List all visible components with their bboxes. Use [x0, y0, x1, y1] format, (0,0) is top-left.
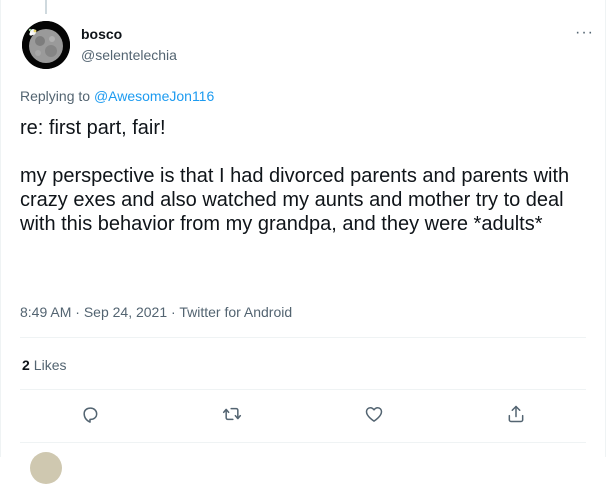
tweet-text-paragraph-2: my perspective is that I had divorced pa… [20, 165, 570, 235]
display-name[interactable]: bosco [81, 26, 122, 42]
tweet-text-paragraph-1: re: first part, fair! [20, 117, 166, 139]
tweet-text: re: first part, fair! my perspective is … [20, 116, 580, 236]
replying-to-label: Replying to [20, 88, 94, 104]
share-button[interactable] [503, 401, 529, 427]
tweet-date[interactable]: Sep 24, 2021 [84, 304, 167, 320]
likes-label: Likes [33, 357, 67, 373]
avatar[interactable] [22, 21, 70, 69]
meta-separator: · [167, 304, 180, 320]
tweet-metadata: 8:49 AM · Sep 24, 2021 · Twitter for And… [20, 304, 292, 320]
divider [20, 442, 586, 443]
moon-avatar-image [22, 21, 70, 69]
user-handle[interactable]: @selentelechia [81, 47, 177, 63]
heart-icon [365, 407, 383, 422]
likes-count: 2 [22, 357, 30, 373]
meta-separator: · [71, 304, 84, 320]
tweet-source[interactable]: Twitter for Android [179, 304, 292, 320]
divider [20, 389, 586, 390]
reply-icon [83, 407, 98, 423]
likes-stat[interactable]: 2 Likes [22, 357, 66, 373]
replying-to-link[interactable]: @AwesomeJon116 [94, 88, 214, 104]
replying-to-line: Replying to @AwesomeJon116 [20, 88, 214, 104]
reply-button[interactable] [77, 401, 103, 427]
thread-connector-line [45, 0, 47, 14]
retweet-icon [222, 407, 242, 421]
retweet-button[interactable] [219, 401, 245, 427]
divider [20, 337, 586, 338]
tweet-time[interactable]: 8:49 AM [20, 304, 71, 320]
like-button[interactable] [361, 401, 387, 427]
share-icon [508, 405, 524, 423]
more-dots-icon[interactable]: ··· [575, 24, 594, 42]
